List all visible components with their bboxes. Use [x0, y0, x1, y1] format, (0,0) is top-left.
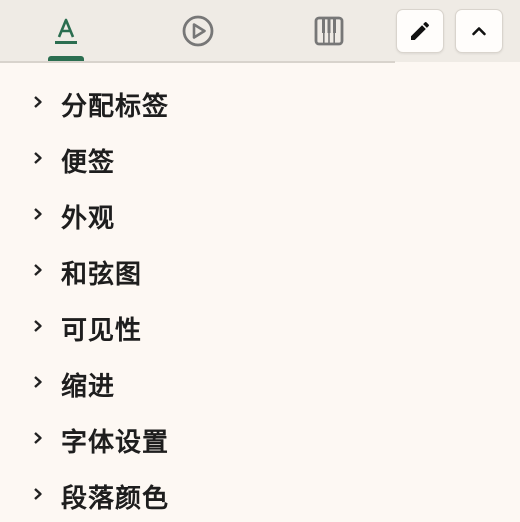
chevron-right-icon: [34, 488, 42, 500]
section-label: 段落颜色: [61, 484, 170, 514]
play-circle-icon: [182, 15, 214, 47]
toolbar-divider: [0, 61, 395, 63]
section-item-assign-label[interactable]: 分配标签: [0, 74, 520, 130]
section-item-font-settings[interactable]: 字体设置: [0, 410, 520, 466]
section-list: 分配标签 便签 外观 和弦图 可见性 缩进 字体设置 段落颜色: [0, 74, 520, 522]
chevron-right-icon: [34, 208, 42, 220]
section-label: 和弦图: [61, 260, 143, 290]
piano-icon: [314, 16, 344, 46]
section-item-indent[interactable]: 缩进: [0, 354, 520, 410]
section-label: 字体设置: [61, 428, 170, 458]
chevron-right-icon: [34, 152, 42, 164]
section-label: 分配标签: [61, 92, 170, 122]
tab-piano[interactable]: [296, 0, 362, 62]
chevron-up-icon: [472, 27, 486, 36]
section-label: 便签: [61, 148, 116, 178]
toolbar: [0, 0, 520, 63]
chevron-right-icon: [34, 264, 42, 276]
pencil-icon: [411, 21, 430, 40]
tab-text[interactable]: [33, 0, 99, 62]
chevron-right-icon: [34, 320, 42, 332]
section-item-chord-diagram[interactable]: 和弦图: [0, 242, 520, 298]
edit-button[interactable]: [396, 9, 444, 53]
section-label: 可见性: [61, 316, 143, 346]
section-item-visibility[interactable]: 可见性: [0, 298, 520, 354]
text-format-icon: [55, 18, 77, 44]
section-label: 外观: [61, 204, 116, 234]
section-label: 缩进: [61, 372, 116, 402]
tab-playback[interactable]: [165, 0, 231, 62]
collapse-button[interactable]: [455, 9, 503, 53]
chevron-right-icon: [34, 96, 42, 108]
section-item-paragraph-color[interactable]: 段落颜色: [0, 466, 520, 522]
section-item-appearance[interactable]: 外观: [0, 186, 520, 242]
chevron-right-icon: [34, 376, 42, 388]
chevron-right-icon: [34, 432, 42, 444]
section-item-sticky-note[interactable]: 便签: [0, 130, 520, 186]
